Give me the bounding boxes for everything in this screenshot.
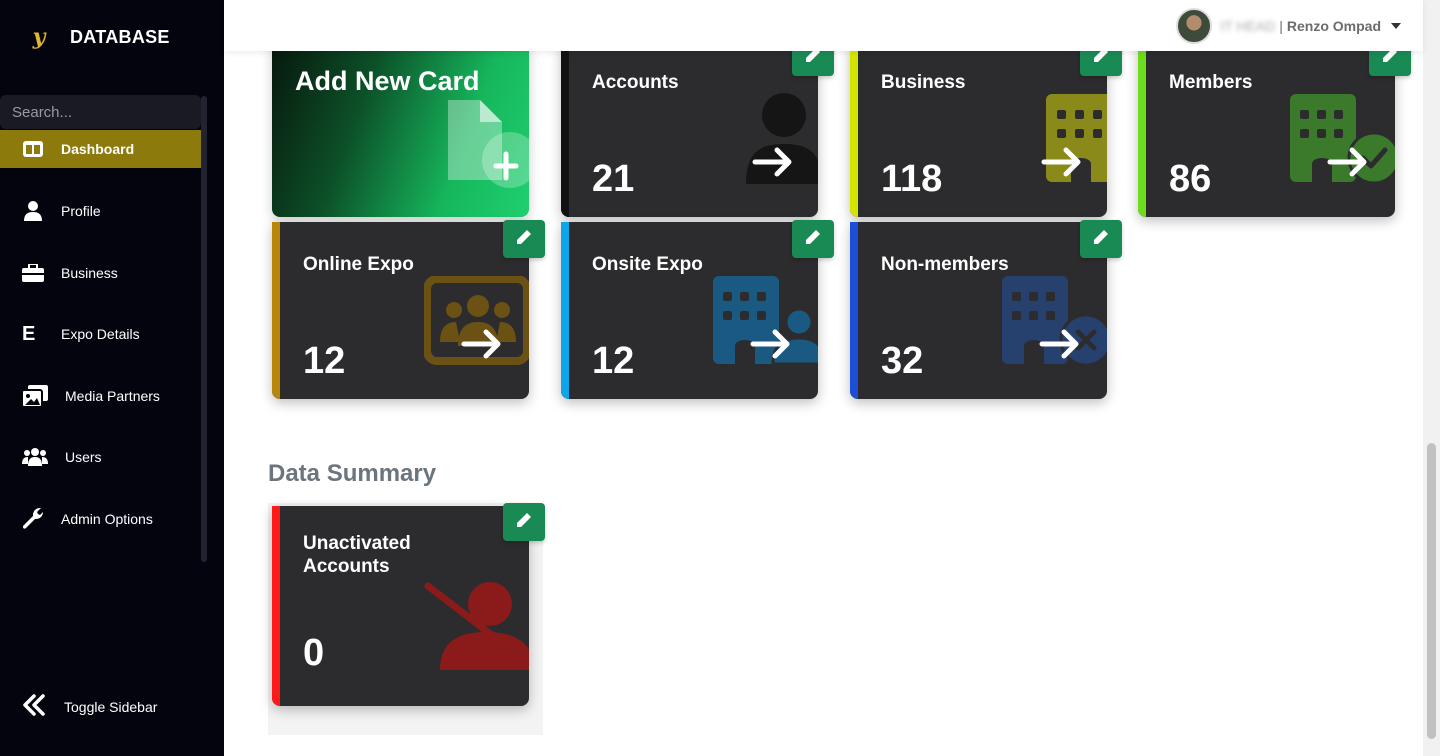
card-title: Non-members <box>881 254 1009 275</box>
arrow-right-icon <box>1039 329 1081 364</box>
pencil-icon <box>516 229 532 250</box>
pencil-icon <box>516 512 532 533</box>
brand[interactable]: y DATABASE <box>26 22 170 52</box>
columns-icon <box>22 138 44 160</box>
top-bar: IT HEAD | Renzo Ompad <box>224 0 1423 51</box>
toggle-sidebar-button[interactable]: Toggle Sidebar <box>22 694 157 719</box>
user-menu[interactable]: IT HEAD | Renzo Ompad <box>1176 8 1401 44</box>
brand-title: DATABASE <box>70 26 170 47</box>
arrow-right-icon <box>752 147 794 182</box>
arrow-right-icon <box>1041 147 1083 182</box>
sidebar-item-label: Admin Options <box>61 511 153 527</box>
non-members-card[interactable]: Non-members 32 <box>850 222 1107 399</box>
sidebar-item-profile[interactable]: Profile <box>0 192 201 230</box>
user-slash-icon <box>424 578 529 675</box>
card-accent-stripe <box>272 222 280 399</box>
card-accent-stripe <box>850 40 858 217</box>
card-accent-stripe <box>561 222 569 399</box>
sidebar-item-label: Dashboard <box>61 141 135 157</box>
letter-e-icon: E <box>22 322 36 345</box>
card-title-line1: Unactivated <box>303 533 411 554</box>
card-title: Accounts <box>592 72 679 93</box>
users-icon <box>22 446 48 468</box>
sidebar-scrollbar[interactable] <box>201 96 207 562</box>
pencil-icon <box>1093 229 1109 250</box>
avatar <box>1176 8 1213 44</box>
card-title: Business <box>881 72 966 93</box>
card-value: 12 <box>592 340 635 382</box>
wrench-icon <box>22 508 44 530</box>
card-value: 0 <box>303 632 325 674</box>
user-name: Renzo Ompad <box>1286 18 1381 34</box>
card-value: 32 <box>881 340 924 382</box>
onsite-expo-card[interactable]: Onsite Expo 12 <box>561 222 818 399</box>
data-summary-heading: Data Summary <box>268 460 437 487</box>
double-chevron-left-icon <box>22 694 46 719</box>
images-icon <box>22 385 48 407</box>
user-icon <box>22 200 44 222</box>
file-plus-icon <box>444 100 529 195</box>
arrow-right-icon <box>750 329 792 364</box>
hidden-section-heading <box>268 4 408 24</box>
sidebar-item-users[interactable]: Users <box>0 438 201 476</box>
brand-logo: y <box>32 24 46 50</box>
card-title-line2: Accounts <box>303 556 390 577</box>
card-title: Members <box>1169 72 1253 93</box>
user-separator: | <box>1279 18 1283 34</box>
card-accent-stripe <box>561 40 569 217</box>
card-title: Online Expo <box>303 254 414 275</box>
sidebar-item-label: Profile <box>61 203 101 219</box>
sidebar-search-input[interactable] <box>0 95 201 129</box>
sidebar-item-label: Business <box>61 265 118 281</box>
sidebar-item-media-partners[interactable]: Media Partners <box>0 377 201 415</box>
caret-down-icon <box>1391 23 1401 29</box>
edit-online-expo-button[interactable] <box>503 220 545 258</box>
sidebar-item-label: Expo Details <box>61 326 140 342</box>
sidebar-item-label: Media Partners <box>65 388 160 404</box>
card-value: 118 <box>881 158 943 200</box>
page-scrollbar[interactable] <box>1423 0 1440 756</box>
briefcase-icon <box>22 262 44 284</box>
card-value: 86 <box>1169 158 1212 200</box>
accounts-card[interactable]: Accounts 21 <box>561 40 818 217</box>
online-expo-card[interactable]: Online Expo 12 <box>272 222 529 399</box>
card-title: Unactivated Accounts <box>303 532 411 578</box>
business-card[interactable]: Business 118 <box>850 40 1107 217</box>
toggle-sidebar-label: Toggle Sidebar <box>64 698 158 715</box>
add-new-card-label: Add New Card <box>295 66 480 96</box>
sidebar-item-expo-details[interactable]: E Expo Details <box>0 315 201 353</box>
card-accent-stripe <box>1138 40 1146 217</box>
card-accent-stripe <box>272 506 280 706</box>
sidebar-item-label: Users <box>65 449 102 465</box>
edit-unactivated-accounts-button[interactable] <box>503 503 545 541</box>
unactivated-accounts-card[interactable]: Unactivated Accounts 0 <box>272 506 529 706</box>
card-accent-stripe <box>850 222 858 399</box>
card-value: 12 <box>303 340 346 382</box>
arrow-right-icon <box>461 329 503 364</box>
add-new-card-button[interactable]: Add New Card <box>272 35 529 217</box>
members-card[interactable]: Members 86 <box>1138 40 1395 217</box>
sidebar-item-dashboard[interactable]: Dashboard <box>0 130 201 168</box>
card-title: Onsite Expo <box>592 254 703 275</box>
arrow-right-icon <box>1327 147 1369 182</box>
page-scrollbar-thumb[interactable] <box>1427 443 1436 739</box>
sidebar: y DATABASE Dashboard Profile Business E … <box>0 0 224 756</box>
pencil-icon <box>805 229 821 250</box>
edit-onsite-expo-button[interactable] <box>792 220 834 258</box>
edit-non-members-button[interactable] <box>1080 220 1122 258</box>
card-value: 21 <box>592 158 635 200</box>
sidebar-item-business[interactable]: Business <box>0 254 201 292</box>
sidebar-item-admin-options[interactable]: Admin Options <box>0 500 201 538</box>
user-role: IT HEAD <box>1220 18 1276 34</box>
